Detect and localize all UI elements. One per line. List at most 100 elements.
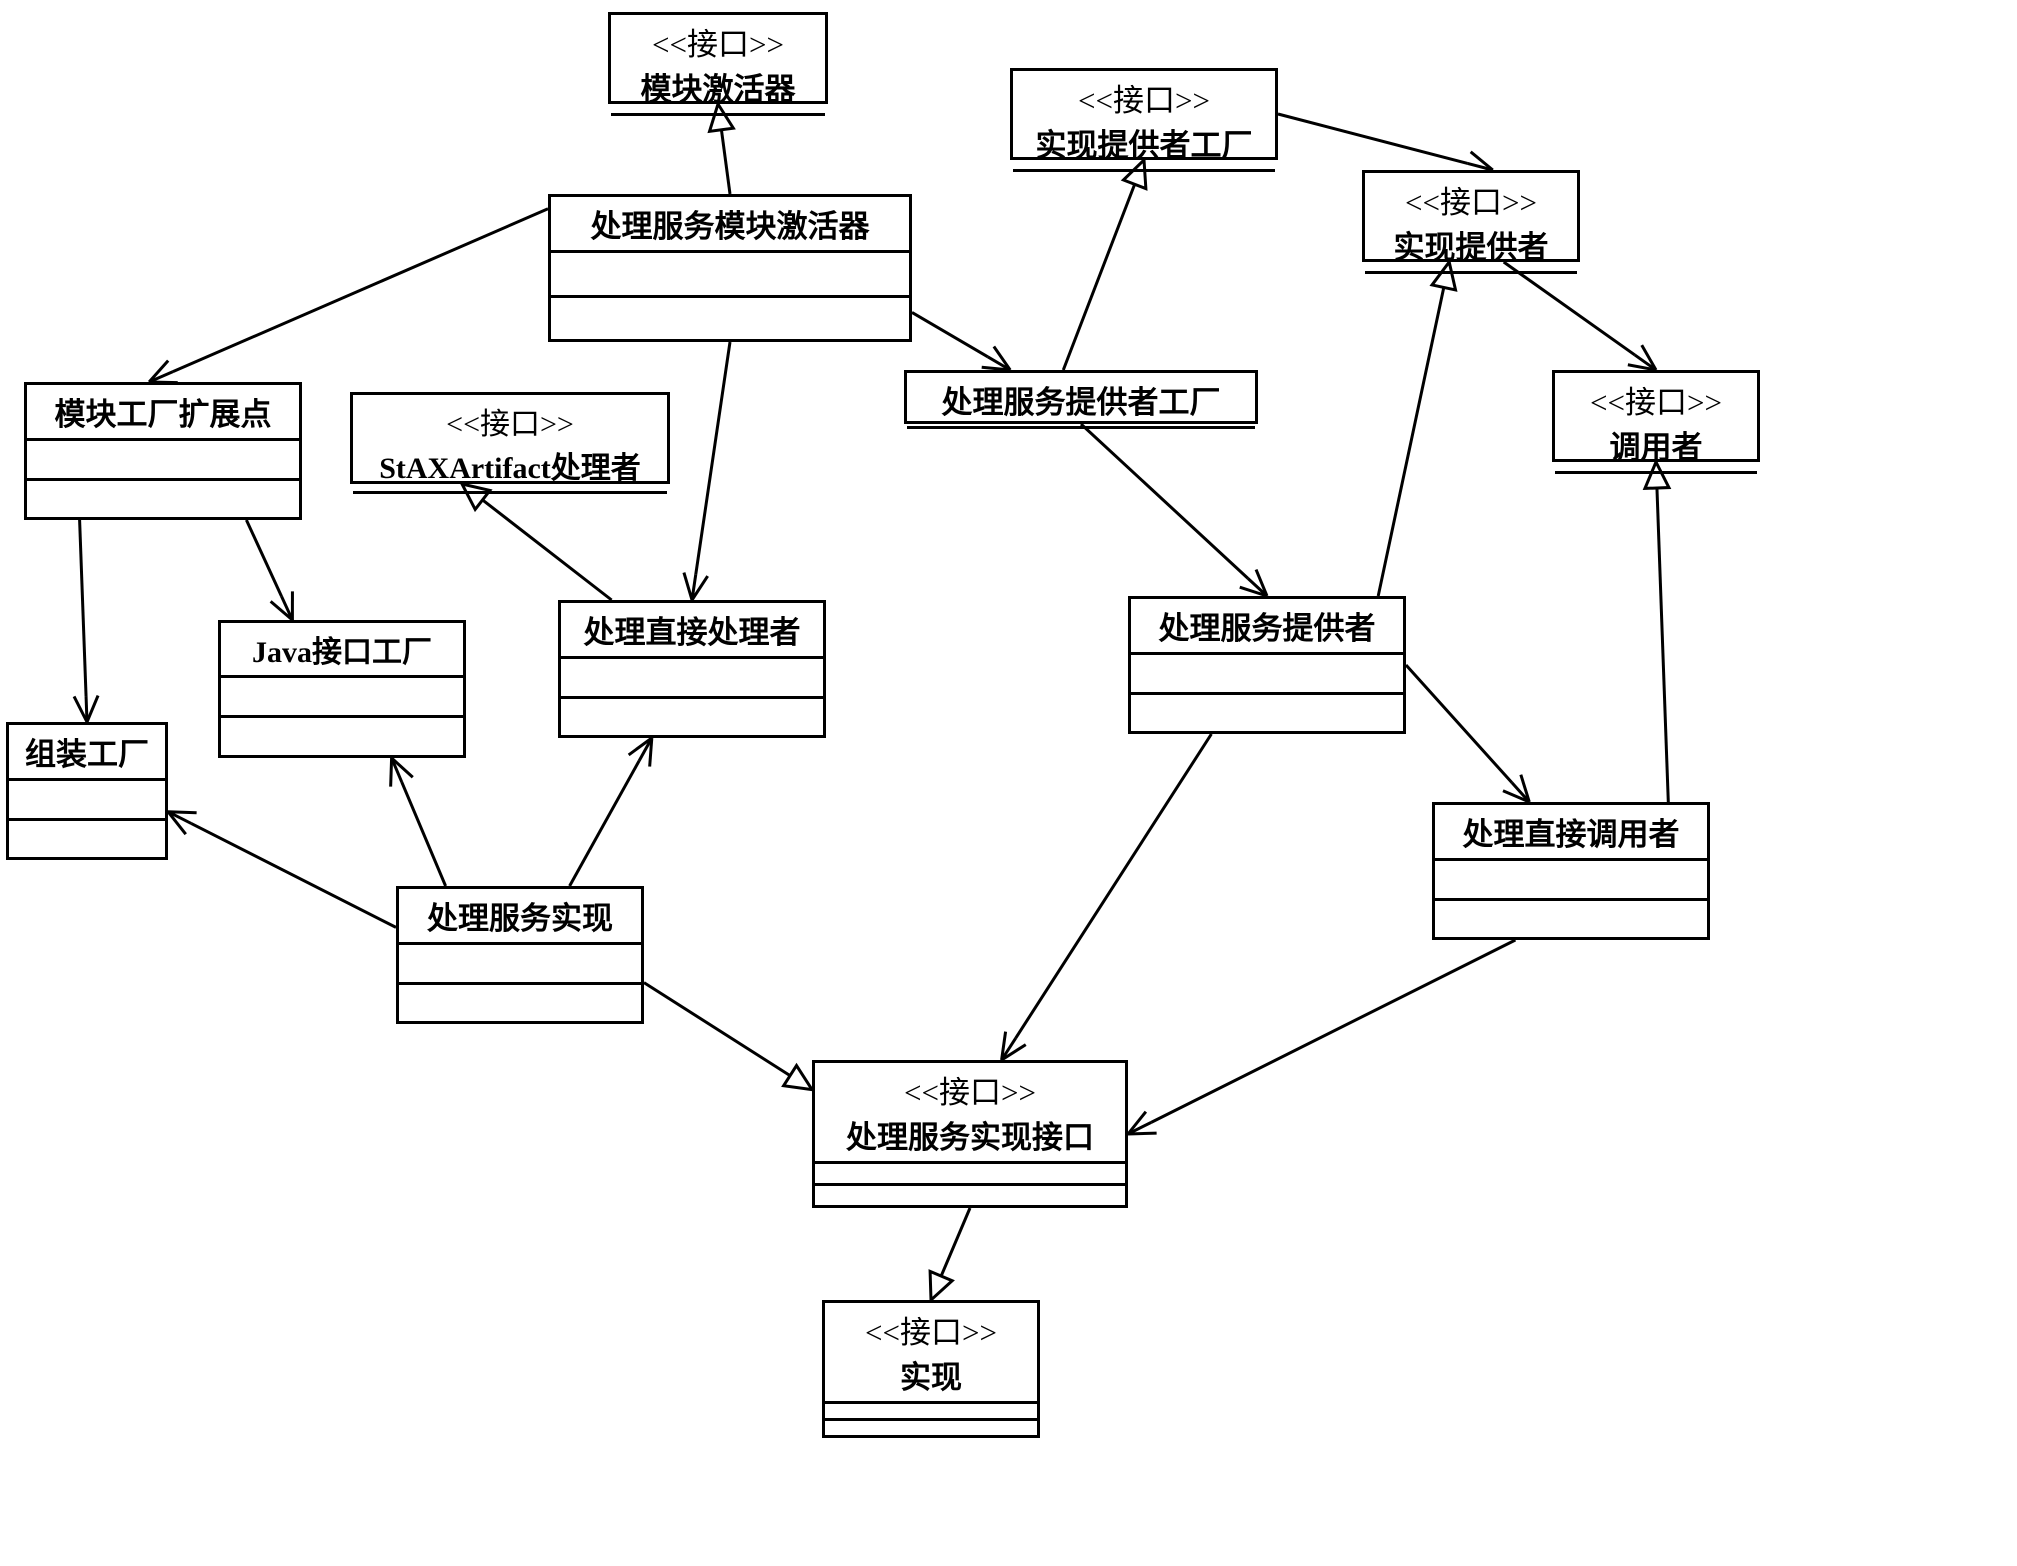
class-name: 处理服务模块激活器 (559, 201, 901, 246)
stereotype-label: <<接口>> (1021, 75, 1267, 120)
uml-head: <<接口>>实现提供者工厂 (1013, 71, 1275, 172)
attributes (221, 678, 463, 718)
attributes (27, 441, 299, 481)
uml-impl_provider_factory: <<接口>>实现提供者工厂 (1010, 68, 1278, 160)
edge-line (402, 782, 446, 886)
class-name: 处理直接调用者 (1443, 809, 1699, 854)
stereotype-label: <<接口>> (823, 1067, 1117, 1112)
uml-head: 处理服务实现 (399, 889, 641, 945)
uml-head: <<接口>>StAXArtifact处理者 (353, 395, 667, 494)
arrow-assoc (1128, 1133, 1157, 1134)
arrow-assoc (74, 696, 87, 722)
uml-head: 处理直接调用者 (1435, 805, 1707, 861)
arrow-assoc (684, 573, 692, 600)
edge-line (941, 1208, 970, 1276)
uml-head: 处理服务模块激活器 (551, 197, 909, 253)
class-name: 处理直接处理者 (569, 607, 815, 652)
edge-line (149, 372, 173, 382)
operations (1131, 695, 1403, 732)
attributes (561, 659, 823, 699)
uml-head: 处理服务提供者工厂 (907, 373, 1255, 429)
uml-process_service_impl_interface: <<接口>>处理服务实现接口 (812, 1060, 1128, 1208)
uml-process_service_provider_factory: 处理服务提供者工厂 (904, 370, 1258, 424)
edge-line (246, 520, 281, 596)
attributes (551, 253, 909, 298)
uml-process_service_module_activator: 处理服务模块激活器 (548, 194, 912, 342)
arrow-assoc (149, 361, 168, 382)
edge-line (721, 130, 730, 194)
operations (1435, 901, 1707, 938)
uml-diagram: <<接口>>模块激活器<<接口>>实现提供者工厂<<接口>>实现提供者<<接口>… (0, 0, 2017, 1566)
arrow-assoc (692, 576, 708, 600)
edge-line (912, 312, 988, 356)
uml-process_service_provider: 处理服务提供者 (1128, 596, 1406, 734)
uml-head: <<接口>>调用者 (1555, 373, 1757, 474)
edge-line (696, 342, 730, 574)
uml-stax_artifact_processor: <<接口>>StAXArtifact处理者 (350, 392, 670, 484)
uml-java_interface_factory: Java接口工厂 (218, 620, 466, 758)
class-name: 组装工厂 (17, 729, 157, 774)
class-name: 处理服务提供者工厂 (915, 377, 1247, 422)
arrow-assoc (168, 812, 197, 813)
edge-line (1406, 665, 1512, 783)
class-name: 处理服务实现 (407, 893, 633, 938)
arrow-assoc (271, 601, 293, 620)
uml-head: 模块工厂扩展点 (27, 385, 299, 441)
uml-head: 处理服务提供者 (1131, 599, 1403, 655)
class-name: Java接口工厂 (229, 627, 455, 671)
class-name: 处理服务实现接口 (823, 1112, 1117, 1157)
arrow-assoc (650, 738, 652, 767)
attributes (1435, 861, 1707, 901)
stereotype-label: <<接口>> (1373, 177, 1569, 222)
uml-module_factory_ext_point: 模块工厂扩展点 (24, 382, 302, 520)
attributes (1131, 655, 1403, 695)
arrow-assoc (1240, 587, 1267, 596)
uml-process_direct_processor: 处理直接处理者 (558, 600, 826, 738)
uml-invoker: <<接口>>调用者 (1552, 370, 1760, 462)
edge-line (1657, 488, 1668, 802)
attributes (9, 781, 165, 821)
edge-line (191, 823, 396, 927)
edge-line (1128, 1122, 1151, 1134)
stereotype-label: <<接口>> (833, 1307, 1029, 1352)
edge-line (692, 574, 696, 600)
edge-line (80, 520, 86, 696)
operations (825, 1421, 1037, 1435)
stereotype-label: <<接口>> (1563, 377, 1749, 422)
arrow-assoc (1002, 1032, 1006, 1060)
operations (221, 718, 463, 755)
arrow-assoc (1521, 775, 1529, 802)
edge-line (639, 738, 652, 761)
uml-head: <<接口>>模块激活器 (611, 15, 825, 116)
arrow-assoc (168, 812, 186, 834)
class-name: 调用者 (1563, 422, 1749, 467)
edge-line (86, 696, 87, 722)
operations (561, 699, 823, 736)
arrow-assoc (629, 738, 652, 755)
arrow-assoc (87, 696, 98, 722)
edge-line (282, 596, 293, 620)
uml-head: <<接口>>实现 (825, 1303, 1037, 1404)
edge-line (1081, 424, 1248, 578)
arrow-assoc (1642, 345, 1656, 370)
class-name: StAXArtifact处理者 (361, 443, 659, 487)
arrow-inherit (930, 1271, 952, 1300)
class-name: 模块激活器 (619, 64, 817, 109)
class-name: 实现提供者 (1373, 222, 1569, 267)
arrow-assoc (1128, 1112, 1146, 1134)
edge-line (644, 983, 790, 1076)
stereotype-label: <<接口>> (361, 399, 659, 443)
uml-head: <<接口>>处理服务实现接口 (815, 1063, 1125, 1164)
edge-line (988, 357, 1010, 370)
class-name: 模块工厂扩展点 (35, 389, 291, 434)
edge-line (1504, 262, 1635, 355)
uml-process_service_impl: 处理服务实现 (396, 886, 644, 1024)
operations (27, 481, 299, 518)
uml-head: <<接口>>实现提供者 (1365, 173, 1577, 274)
uml-assembly_factory: 组装工厂 (6, 722, 168, 860)
edge-line (483, 500, 612, 600)
attributes (399, 945, 641, 985)
uml-impl_provider: <<接口>>实现提供者 (1362, 170, 1580, 262)
arrow-assoc (391, 758, 392, 787)
uml-head: 组装工厂 (9, 725, 165, 781)
